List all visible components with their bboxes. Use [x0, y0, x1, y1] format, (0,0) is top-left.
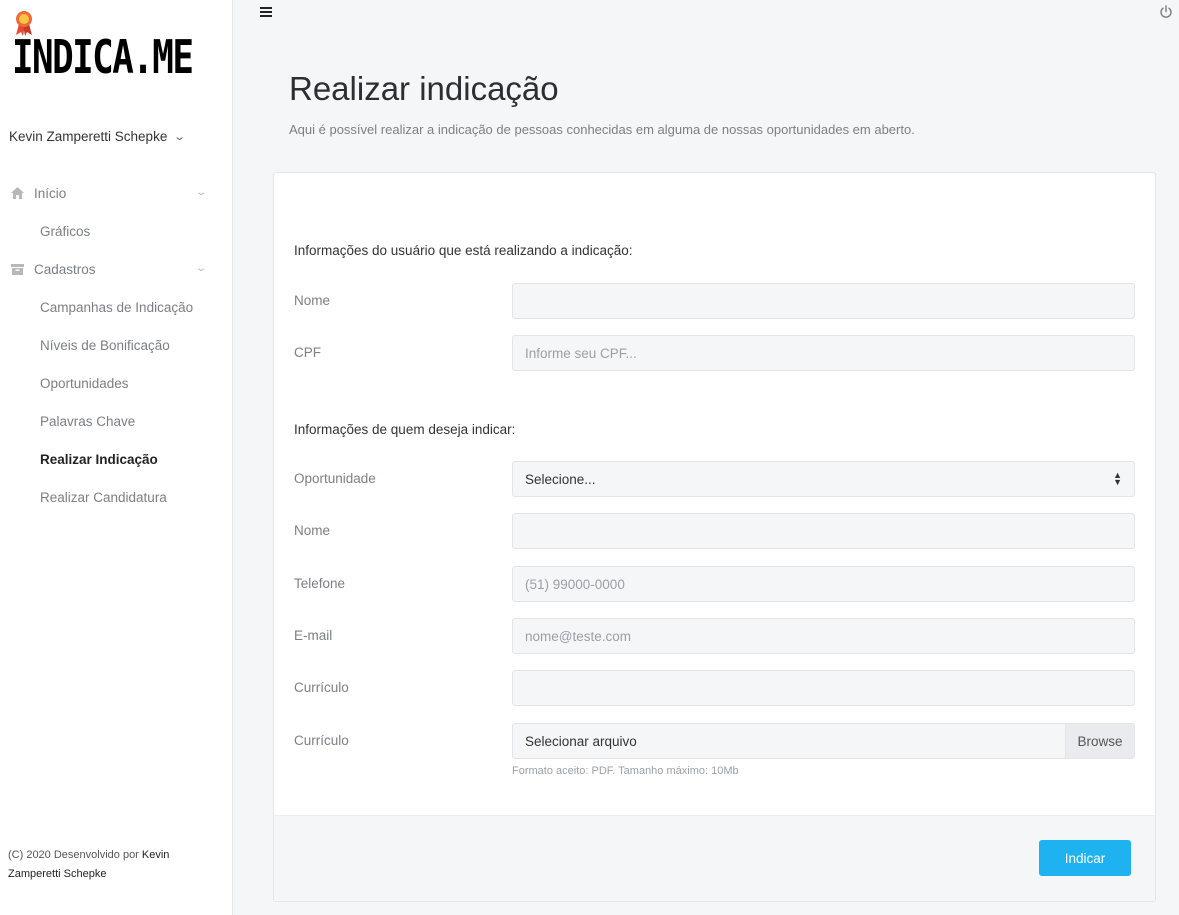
sidebar-item-label: Palavras Chave: [40, 413, 136, 429]
referred-name-input[interactable]: [512, 513, 1135, 549]
field-label-cpf: CPF: [294, 345, 321, 360]
sidebar: INDICA.ME Kevin Zamperetti Schepke ⌄ Iní…: [0, 0, 233, 915]
resume-text-input[interactable]: [512, 670, 1135, 706]
submit-indicar-button[interactable]: Indicar: [1039, 840, 1131, 876]
chevron-down-icon: ⌄: [194, 187, 208, 198]
opportunity-select[interactable]: Selecione... ▲ ▼: [512, 461, 1135, 497]
sidebar-item-label: Campanhas de Indicação: [40, 299, 194, 315]
sidebar-item-oportunidades[interactable]: Oportunidades: [0, 364, 233, 402]
sidebar-item-label: Cadastros: [34, 261, 96, 277]
browse-button[interactable]: Browse: [1065, 724, 1134, 758]
hamburger-menu-icon[interactable]: [260, 7, 272, 17]
user-menu[interactable]: Kevin Zamperetti Schepke ⌄: [9, 129, 187, 144]
user-name-input[interactable]: [512, 283, 1135, 319]
field-label-telefone: Telefone: [294, 576, 346, 591]
sidebar-item-label: Níveis de Bonificação: [40, 337, 170, 353]
section-title-user: Informações do usuário que está realizan…: [294, 243, 633, 258]
sidebar-item-label: Oportunidades: [40, 375, 129, 391]
chevron-down-icon: ⌄: [194, 263, 208, 274]
sidebar-item-label: Realizar Candidatura: [40, 489, 167, 505]
page-subtitle: Aqui é possível realizar a indicação de …: [289, 122, 915, 137]
sidebar-item-graficos[interactable]: Gráficos: [0, 212, 233, 250]
field-label-email: E-mail: [294, 628, 333, 643]
app-logo[interactable]: INDICA.ME: [12, 10, 194, 90]
referral-form-card: Informações do usuário que está realizan…: [273, 172, 1156, 902]
sidebar-item-realizar-indicacao[interactable]: Realizar Indicação: [0, 440, 233, 478]
power-logout-icon[interactable]: [1159, 5, 1173, 19]
file-input-placeholder: Selecionar arquivo: [525, 733, 637, 749]
cpf-input[interactable]: [512, 335, 1135, 371]
select-arrows-icon: ▲ ▼: [1113, 470, 1122, 487]
sidebar-item-label: Gráficos: [40, 223, 91, 239]
chevron-down-icon: ⌄: [173, 131, 187, 143]
footer-copyright: (C) 2020 Desenvolvido por: [8, 849, 142, 861]
user-name: Kevin Zamperetti Schepke: [9, 129, 168, 144]
sidebar-item-label: Realizar Indicação: [40, 451, 158, 467]
field-label-curriculo-file: Currículo: [294, 733, 349, 748]
sidebar-item-label: Início: [34, 185, 67, 201]
sidebar-item-palavras-chave[interactable]: Palavras Chave: [0, 402, 233, 440]
sidebar-footer: (C) 2020 Desenvolvido por Kevin Zamperet…: [8, 846, 208, 884]
logo-wordmark: INDICA.ME: [12, 30, 194, 84]
email-input[interactable]: [512, 618, 1135, 654]
home-icon: [10, 186, 24, 200]
phone-input[interactable]: [512, 566, 1135, 602]
sidebar-item-niveis[interactable]: Níveis de Bonificação: [0, 326, 233, 364]
top-bar: [233, 0, 1179, 30]
field-label-curriculo: Currículo: [294, 680, 349, 695]
page-title: Realizar indicação: [289, 70, 559, 107]
resume-file-input[interactable]: Selecionar arquivo Browse: [512, 723, 1135, 759]
field-label-indicado-nome: Nome: [294, 523, 331, 538]
sidebar-nav: Início ⌄ Gráficos Cadastros ⌄ Campanhas …: [0, 174, 233, 516]
file-help-text: Formato aceito: PDF. Tamanho máximo: 10M…: [512, 765, 739, 777]
section-title-indicado: Informações de quem deseja indicar:: [294, 422, 516, 437]
sidebar-item-campanhas[interactable]: Campanhas de Indicação: [0, 288, 233, 326]
field-label-oportunidade: Oportunidade: [294, 471, 376, 486]
sidebar-item-cadastros[interactable]: Cadastros ⌄: [0, 250, 233, 288]
field-label-nome: Nome: [294, 293, 331, 308]
opportunity-select-value: Selecione...: [525, 471, 596, 487]
sidebar-item-inicio[interactable]: Início ⌄: [0, 174, 233, 212]
archive-icon: [10, 262, 24, 276]
card-footer: Indicar: [274, 815, 1155, 901]
sidebar-item-realizar-candidatura[interactable]: Realizar Candidatura: [0, 478, 233, 516]
